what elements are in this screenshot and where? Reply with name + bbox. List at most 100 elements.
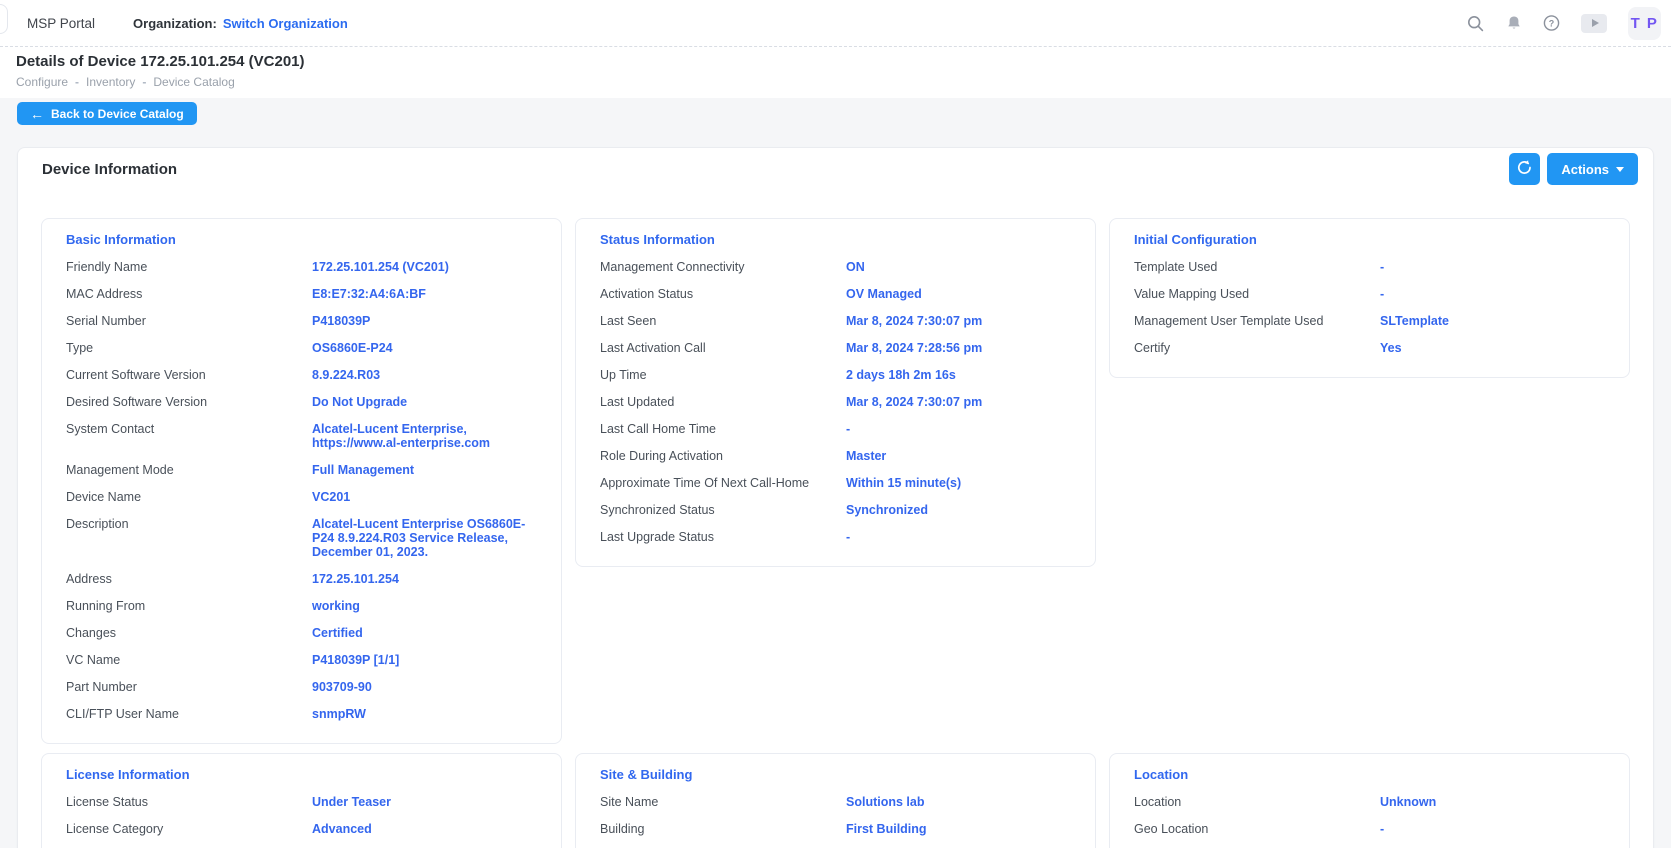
row-value: P418039P xyxy=(312,314,537,328)
info-row: Last Activation CallMar 8, 2024 7:28:56 … xyxy=(600,334,1071,361)
row-value: - xyxy=(1380,260,1605,274)
row-label: Management Connectivity xyxy=(600,260,846,274)
row-label: Last Upgrade Status xyxy=(600,530,846,544)
card-title: Basic Information xyxy=(66,233,537,247)
user-avatar[interactable]: T P xyxy=(1628,7,1661,40)
breadcrumb-item-configure[interactable]: Configure xyxy=(16,75,68,89)
row-label: System Contact xyxy=(66,422,312,450)
info-row: Template Used- xyxy=(1134,253,1605,280)
card-title: Status Information xyxy=(600,233,1071,247)
info-row: Current Software Version8.9.224.R03 xyxy=(66,361,537,388)
row-label: Template Used xyxy=(1134,260,1380,274)
actions-button[interactable]: Actions xyxy=(1547,153,1638,185)
breadcrumb-item-device-catalog[interactable]: Device Catalog xyxy=(153,75,234,89)
row-value: OS6860E-P24 xyxy=(312,341,537,355)
svg-text:?: ? xyxy=(1549,18,1554,28)
row-label: Up Time xyxy=(600,368,846,382)
row-value: Mar 8, 2024 7:30:07 pm xyxy=(846,395,1071,409)
info-row: System ContactAlcatel-Lucent Enterprise,… xyxy=(66,415,537,456)
info-row: Part Number903709-90 xyxy=(66,673,537,700)
card-location: LocationLocationUnknownGeo Location- xyxy=(1109,753,1630,848)
info-row: Desired Software VersionDo Not Upgrade xyxy=(66,388,537,415)
info-row: CertifyYes xyxy=(1134,334,1605,361)
actions-button-label: Actions xyxy=(1561,162,1609,177)
content-area: ← Back to Device Catalog Device Informat… xyxy=(0,98,1671,848)
row-label: CLI/FTP User Name xyxy=(66,707,312,721)
info-row: Last UpdatedMar 8, 2024 7:30:07 pm xyxy=(600,388,1071,415)
search-icon[interactable] xyxy=(1467,15,1484,32)
card-title: Initial Configuration xyxy=(1134,233,1605,247)
row-label: Site Name xyxy=(600,795,846,809)
row-value: E8:E7:32:A4:6A:BF xyxy=(312,287,537,301)
chevron-down-icon xyxy=(1616,167,1624,172)
info-row: Running Fromworking xyxy=(66,592,537,619)
back-to-device-catalog-button[interactable]: ← Back to Device Catalog xyxy=(17,102,197,125)
row-value: 903709-90 xyxy=(312,680,537,694)
row-label: Location xyxy=(1134,795,1380,809)
info-row: Number of Licenses Used1 xyxy=(66,842,537,848)
row-value: Unknown xyxy=(1380,795,1605,809)
notifications-bell-icon[interactable] xyxy=(1505,15,1522,32)
info-row: Friendly Name172.25.101.254 (VC201) xyxy=(66,253,537,280)
card-basic-information: Basic Information Friendly Name172.25.101… xyxy=(41,218,562,744)
row-value: VC201 xyxy=(312,490,537,504)
row-value: 8.9.224.R03 xyxy=(312,368,537,382)
panel-title: Device Information xyxy=(42,161,177,178)
row-label: Running From xyxy=(66,599,312,613)
card-title: License Information xyxy=(66,768,537,782)
row-label: Last Seen xyxy=(600,314,846,328)
row-value: Do Not Upgrade xyxy=(312,395,537,409)
breadcrumb-separator: - xyxy=(142,75,146,89)
card-title: Location xyxy=(1134,768,1605,782)
row-value: Yes xyxy=(1380,341,1605,355)
row-label: Current Software Version xyxy=(66,368,312,382)
video-tour-icon[interactable] xyxy=(1581,14,1607,33)
help-icon[interactable]: ? xyxy=(1543,15,1560,32)
row-value: snmpRW xyxy=(312,707,537,721)
info-row: Last Upgrade Status- xyxy=(600,523,1071,550)
organization-switch-link[interactable]: Switch Organization xyxy=(223,16,348,31)
info-row: VC NameP418039P [1/1] xyxy=(66,646,537,673)
page-title: Details of Device 172.25.101.254 (VC201) xyxy=(16,52,1655,72)
app-title: MSP Portal xyxy=(27,16,95,31)
info-row: MAC AddressE8:E7:32:A4:6A:BF xyxy=(66,280,537,307)
row-label: Part Number xyxy=(66,680,312,694)
info-row: License CategoryAdvanced xyxy=(66,815,537,842)
info-row: Last Call Home Time- xyxy=(600,415,1071,442)
info-row: Geo Location- xyxy=(1134,815,1605,842)
breadcrumb: Configure-Inventory-Device Catalog xyxy=(16,74,1655,90)
refresh-button[interactable] xyxy=(1509,153,1540,185)
row-value: - xyxy=(1380,287,1605,301)
info-row: Serial NumberP418039P xyxy=(66,307,537,334)
info-row: DescriptionAlcatel-Lucent Enterprise OS6… xyxy=(66,510,537,565)
row-value: Certified xyxy=(312,626,537,640)
info-row: Management ModeFull Management xyxy=(66,456,537,483)
row-value: 172.25.101.254 xyxy=(312,572,537,586)
topbar: MSP Portal Organization: Switch Organiza… xyxy=(0,0,1671,47)
row-value: Alcatel-Lucent Enterprise OS6860E-P24 8.… xyxy=(312,517,537,559)
row-label: Role During Activation xyxy=(600,449,846,463)
row-label: License Category xyxy=(66,822,312,836)
row-value: Under Teaser xyxy=(312,795,537,809)
page-header: Details of Device 172.25.101.254 (VC201)… xyxy=(0,47,1671,98)
row-label: VC Name xyxy=(66,653,312,667)
info-row: Value Mapping Used- xyxy=(1134,280,1605,307)
row-value: Alcatel-Lucent Enterprise, https://www.a… xyxy=(312,422,537,450)
row-label: Building xyxy=(600,822,846,836)
row-label: Changes xyxy=(66,626,312,640)
panel-body: Basic Information Friendly Name172.25.101… xyxy=(18,190,1653,848)
row-value: ON xyxy=(846,260,1071,274)
row-value: Mar 8, 2024 7:28:56 pm xyxy=(846,341,1071,355)
row-value: Advanced xyxy=(312,822,537,836)
sidebar-collapse-tab[interactable] xyxy=(0,4,8,34)
row-value: 172.25.101.254 (VC201) xyxy=(312,260,537,274)
row-label: Last Updated xyxy=(600,395,846,409)
breadcrumb-item-inventory[interactable]: Inventory xyxy=(86,75,135,89)
row-value: Mar 8, 2024 7:30:07 pm xyxy=(846,314,1071,328)
info-row: FloorFirst Floor xyxy=(600,842,1071,848)
info-row: Address172.25.101.254 xyxy=(66,565,537,592)
row-value: 2 days 18h 2m 16s xyxy=(846,368,1071,382)
row-value: working xyxy=(312,599,537,613)
card-title: Site & Building xyxy=(600,768,1071,782)
info-row: Site NameSolutions lab xyxy=(600,788,1071,815)
